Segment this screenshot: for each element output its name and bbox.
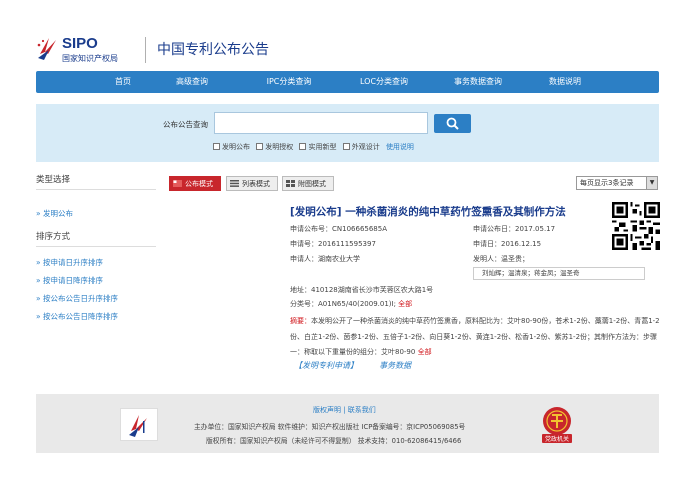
tab-publication-mode[interactable]: 公布模式 bbox=[169, 176, 221, 191]
logo-subtitle: 国家知识产权局 bbox=[62, 54, 118, 63]
sort-pub-date-asc[interactable]: » 按公布公告日升序排序 bbox=[36, 291, 156, 306]
flag-icon bbox=[173, 180, 182, 187]
main-nav: 首页 高级查询 IPC分类查询 LOC分类查询 事务数据查询 数据说明 bbox=[36, 71, 659, 93]
abstract-label: 摘要： bbox=[290, 317, 311, 325]
address: 地址：410128湖南省长沙市芙蓉区农大路1号 bbox=[290, 286, 434, 294]
tab-image-mode[interactable]: 附图模式 bbox=[282, 176, 334, 191]
gov-badge-icon[interactable]: 党政机关 bbox=[541, 406, 573, 444]
search-input[interactable] bbox=[214, 112, 428, 134]
search-label: 公布公告查询 bbox=[163, 120, 208, 129]
app-date: 申请日：2016.12.15 bbox=[473, 240, 542, 248]
abstract-text: 本发明公开了一种杀菌消炎的纯中草药竹签熏香，原料配比为：艾叶80-90份，苍术1… bbox=[290, 317, 660, 356]
filter-utility-model[interactable]: 实用新型 bbox=[299, 142, 336, 152]
abstract: 摘要：本发明公开了一种杀菌消炎的纯中草药竹签熏香，原料配比为：艾叶80-90份，… bbox=[290, 314, 664, 361]
header-divider bbox=[145, 37, 146, 63]
pub-number: 申请公布号：CN106665685A bbox=[290, 225, 387, 233]
filter-invention-grant[interactable]: 发明授权 bbox=[256, 142, 293, 152]
sort-app-date-asc[interactable]: » 按申请日升序排序 bbox=[36, 255, 156, 270]
sidebar: 类型选择 » 发明公布 排序方式 » 按申请日升序排序 » 按申请日降序排序 »… bbox=[36, 170, 156, 324]
checkbox-icon bbox=[256, 143, 264, 150]
class-all-link[interactable]: 全部 bbox=[398, 300, 412, 308]
chevron-down-icon: ▼ bbox=[646, 177, 657, 189]
publication-link[interactable]: 【发明专利申请】 bbox=[294, 361, 358, 370]
abstract-all-link[interactable]: 全部 bbox=[418, 348, 432, 356]
nav-data-info[interactable]: 数据说明 bbox=[520, 71, 610, 93]
checkbox-icon bbox=[342, 143, 350, 150]
record-title[interactable]: [发明公布] 一种杀菌消炎的纯中草药竹签熏香及其制作方法 bbox=[290, 204, 566, 219]
search-button[interactable] bbox=[434, 114, 471, 133]
footer-logo bbox=[120, 408, 158, 441]
grid-icon bbox=[286, 180, 295, 187]
search-filters: 发明公布 发明授权 实用新型 外观设计 使用说明 bbox=[213, 142, 414, 154]
checkbox-icon bbox=[213, 143, 220, 150]
type-heading: 类型选择 bbox=[36, 170, 156, 190]
type-item-invention-pub[interactable]: » 发明公布 bbox=[36, 206, 156, 221]
help-link[interactable]: 使用说明 bbox=[386, 143, 414, 151]
inventors-list: 刘灿辉；温清泉；蒋金凤；温圣奇 bbox=[473, 267, 645, 280]
site-title: 中国专利公布公告 bbox=[157, 42, 269, 58]
sort-pub-date-desc[interactable]: » 按公布公告日降序排序 bbox=[36, 309, 156, 324]
footer-line-1: 主办单位：国家知识产权局 软件维护：知识产权出版社 ICP备案编号：京ICP05… bbox=[194, 423, 466, 431]
site-header: SIPO 国家知识产权局 中国专利公布公告 bbox=[0, 0, 700, 70]
footer-links[interactable]: 版权声明 | 联系我们 bbox=[313, 405, 376, 415]
search-panel: 公布公告查询 发明公布 发明授权 实用新型 外观设计 使用说明 bbox=[36, 104, 659, 162]
logo-text: SIPO bbox=[62, 35, 98, 52]
footer-line-2: 版权所有：国家知识产权局（未经许可不得复制） 技术支持：010-62086415… bbox=[206, 437, 462, 445]
checkbox-icon bbox=[299, 143, 307, 150]
sipo-logo[interactable]: SIPO 国家知识产权局 bbox=[36, 34, 146, 66]
record-links: 【发明专利申请】 事务数据 bbox=[294, 360, 411, 371]
qr-code-icon bbox=[612, 202, 660, 250]
app-number: 申请号：2016111595397 bbox=[290, 240, 376, 248]
search-icon bbox=[446, 117, 459, 130]
nav-affairs-search[interactable]: 事务数据查询 bbox=[433, 71, 523, 93]
nav-advanced-search[interactable]: 高级查询 bbox=[147, 71, 237, 93]
page-size-select[interactable]: 每页显示3条记录 ▼ bbox=[576, 176, 658, 190]
filter-invention-pub[interactable]: 发明公布 bbox=[213, 142, 250, 152]
sort-app-date-desc[interactable]: » 按申请日降序排序 bbox=[36, 273, 156, 288]
list-icon bbox=[230, 180, 239, 187]
nav-loc-search[interactable]: LOC分类查询 bbox=[339, 71, 429, 93]
nav-ipc-search[interactable]: IPC分类查询 bbox=[244, 71, 334, 93]
inventor-label: 发明人：温圣贵； bbox=[473, 255, 529, 263]
sipo-star-icon bbox=[37, 38, 56, 60]
sort-heading: 排序方式 bbox=[36, 227, 156, 247]
affairs-data-link[interactable]: 事务数据 bbox=[379, 361, 411, 370]
pub-date: 申请公布日：2017.05.17 bbox=[473, 225, 556, 233]
gov-badge-text: 党政机关 bbox=[545, 435, 569, 443]
sipo-star-icon bbox=[129, 415, 147, 437]
site-footer: 版权声明 | 联系我们 主办单位：国家知识产权局 软件维护：知识产权出版社 IC… bbox=[36, 394, 659, 453]
filter-design[interactable]: 外观设计 bbox=[342, 142, 380, 152]
tab-list-mode[interactable]: 列表模式 bbox=[226, 176, 278, 191]
applicant: 申请人：湖南农业大学 bbox=[290, 255, 360, 263]
classification: 分类号：A01N65/40(2009.01)I; 全部 bbox=[290, 300, 413, 308]
